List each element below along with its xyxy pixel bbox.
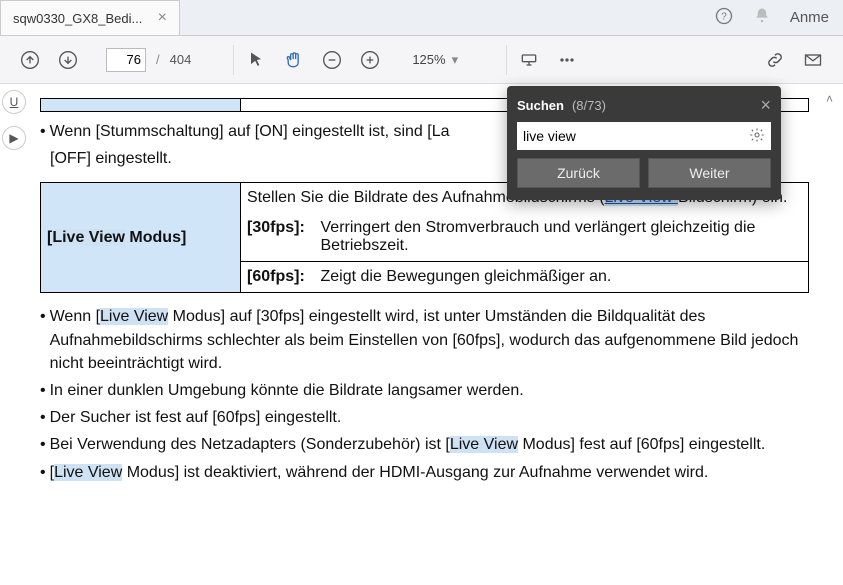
find-next-button[interactable]: Weiter xyxy=(648,158,771,188)
help-icon[interactable]: ? xyxy=(714,6,734,29)
zoom-out-icon[interactable] xyxy=(316,44,348,76)
bullet-item: Wenn [Live View Modus] auf [30fps] einge… xyxy=(40,305,809,375)
scroll-up-icon[interactable] xyxy=(14,44,46,76)
fps-label: [60fps]: xyxy=(241,262,315,293)
fps-desc: Verringert den Stromverbrauch und verlän… xyxy=(315,213,809,262)
toolbar-divider xyxy=(506,45,507,75)
top-right-controls: ? Anme xyxy=(714,6,829,29)
toolbar: / 404 125% ▾ xyxy=(0,36,843,84)
page-separator: / xyxy=(156,52,160,67)
more-icon[interactable] xyxy=(551,44,583,76)
mail-icon[interactable] xyxy=(797,44,829,76)
find-title: Suchen xyxy=(517,98,564,113)
close-icon[interactable]: × xyxy=(760,96,771,114)
hand-tool-icon[interactable] xyxy=(278,44,310,76)
scroll-down-icon[interactable] xyxy=(52,44,84,76)
find-input[interactable] xyxy=(523,125,743,147)
svg-text:?: ? xyxy=(721,11,727,22)
pointer-tool-icon[interactable] xyxy=(240,44,272,76)
page-total: 404 xyxy=(170,52,192,67)
document-tab[interactable]: sqw0330_GX8_Bedi... × xyxy=(0,0,180,35)
bell-icon[interactable] xyxy=(752,6,772,29)
bullet-item: Der Sucher ist fest auf [60fps] eingeste… xyxy=(40,406,809,429)
toolbar-divider xyxy=(233,45,234,75)
bullet-item: [Live View Modus] ist deaktiviert, währe… xyxy=(40,461,809,484)
zoom-select[interactable]: 125% ▾ xyxy=(406,48,464,72)
fps-label: [30fps]: xyxy=(241,213,315,262)
zoom-in-icon[interactable] xyxy=(354,44,386,76)
close-icon[interactable]: × xyxy=(158,9,167,27)
fps-desc: Zeigt die Bewegungen gleichmäßiger an. xyxy=(315,262,809,293)
bullet-item: In einer dunklen Umgebung könnte die Bil… xyxy=(40,379,809,402)
link-icon[interactable] xyxy=(759,44,791,76)
page-number-input[interactable] xyxy=(106,48,146,72)
gear-icon[interactable] xyxy=(749,127,765,146)
find-count: (8/73) xyxy=(572,98,606,113)
keyboard-icon[interactable] xyxy=(513,44,545,76)
mode-cell: [Live View Modus] xyxy=(41,183,241,293)
tab-title: sqw0330_GX8_Bedi... xyxy=(13,11,142,26)
bullet-item: Bei Verwendung des Netzadapters (Sonderz… xyxy=(40,433,809,456)
chevron-down-icon: ▾ xyxy=(452,52,459,68)
zoom-value: 125% xyxy=(412,52,445,67)
find-prev-button[interactable]: Zurück xyxy=(517,158,640,188)
login-link[interactable]: Anme xyxy=(790,9,829,26)
find-panel: Suchen (8/73) × Zurück Weiter xyxy=(507,86,781,200)
